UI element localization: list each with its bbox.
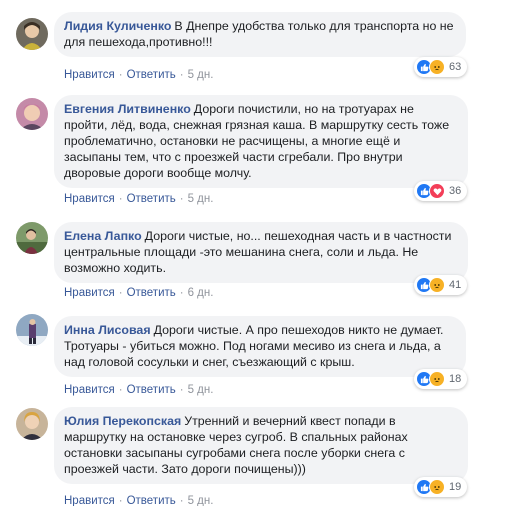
separator-dot: ·: [179, 69, 184, 81]
reply-button[interactable]: Ответить: [127, 193, 176, 205]
like-button[interactable]: Нравится: [64, 69, 115, 81]
comment-author[interactable]: Юлия Перекопская: [64, 414, 181, 428]
comment-timestamp[interactable]: 6 дн.: [188, 287, 214, 299]
avatar[interactable]: [16, 314, 48, 346]
comment-bubble: Евгения Литвиненко Дороги почистили, но н…: [54, 95, 468, 188]
separator-dot: ·: [118, 193, 123, 205]
comment-timestamp[interactable]: 5 дн.: [188, 193, 214, 205]
avatar[interactable]: [16, 222, 48, 254]
avatar[interactable]: [16, 98, 48, 130]
comment-bubble: Юлия Перекопская Утренний и вечерний квес…: [54, 407, 468, 484]
reply-button[interactable]: Ответить: [127, 287, 176, 299]
angry-icon: [429, 371, 445, 387]
reaction-summary[interactable]: 36: [414, 181, 468, 201]
reaction-summary[interactable]: 63: [414, 57, 468, 77]
separator-dot: ·: [118, 287, 123, 299]
comment-timestamp[interactable]: 5 дн.: [188, 69, 214, 81]
reply-button[interactable]: Ответить: [127, 69, 176, 81]
comment-actions: Нравится · Ответить · 5 дн.: [64, 495, 213, 506]
comment-actions: Нравится · Ответить · 5 дн.: [64, 384, 213, 396]
reaction-count: 41: [449, 279, 462, 291]
separator-dot: ·: [118, 495, 123, 506]
separator-dot: ·: [118, 384, 123, 396]
comment-actions: Нравится · Ответить · 5 дн.: [64, 193, 213, 205]
comment-bubble: Елена Лапко Дороги чистые, но... пешеходн…: [54, 222, 468, 283]
reaction-summary[interactable]: 18: [414, 369, 468, 389]
separator-dot: ·: [179, 287, 184, 299]
reaction-count: 19: [449, 481, 462, 493]
avatar[interactable]: [16, 408, 48, 440]
comment-author[interactable]: Лидия Куличенко: [64, 19, 171, 33]
avatar[interactable]: [16, 18, 48, 50]
separator-dot: ·: [179, 384, 184, 396]
comment-actions: Нравится · Ответить · 5 дн.: [64, 69, 213, 81]
angry-icon: [429, 59, 445, 75]
reaction-count: 63: [449, 61, 462, 73]
like-button[interactable]: Нравится: [64, 287, 115, 299]
angry-icon: [429, 479, 445, 495]
separator-dot: ·: [179, 495, 184, 506]
comment-bubble: Инна Лисовая Дороги чистые. А про пешеход…: [54, 316, 466, 377]
like-button[interactable]: Нравится: [64, 384, 115, 396]
comment-timestamp[interactable]: 5 дн.: [188, 384, 214, 396]
comment-actions: Нравится · Ответить · 6 дн.: [64, 287, 213, 299]
reaction-count: 36: [449, 185, 462, 197]
love-icon: [429, 183, 445, 199]
reaction-count: 18: [449, 373, 462, 385]
comment-author[interactable]: Евгения Литвиненко: [64, 102, 191, 116]
angry-icon: [429, 277, 445, 293]
like-button[interactable]: Нравится: [64, 495, 115, 506]
reply-button[interactable]: Ответить: [127, 384, 176, 396]
reply-button[interactable]: Ответить: [127, 495, 176, 506]
like-button[interactable]: Нравится: [64, 193, 115, 205]
comment-author[interactable]: Елена Лапко: [64, 229, 142, 243]
reaction-summary[interactable]: 19: [414, 477, 468, 497]
separator-dot: ·: [118, 69, 123, 81]
reaction-summary[interactable]: 41: [414, 275, 468, 295]
separator-dot: ·: [179, 193, 184, 205]
comment-timestamp[interactable]: 5 дн.: [188, 495, 214, 506]
comment-bubble: Лидия Куличенко В Днепре удобства только …: [54, 12, 466, 57]
comment-author[interactable]: Инна Лисовая: [64, 323, 151, 337]
